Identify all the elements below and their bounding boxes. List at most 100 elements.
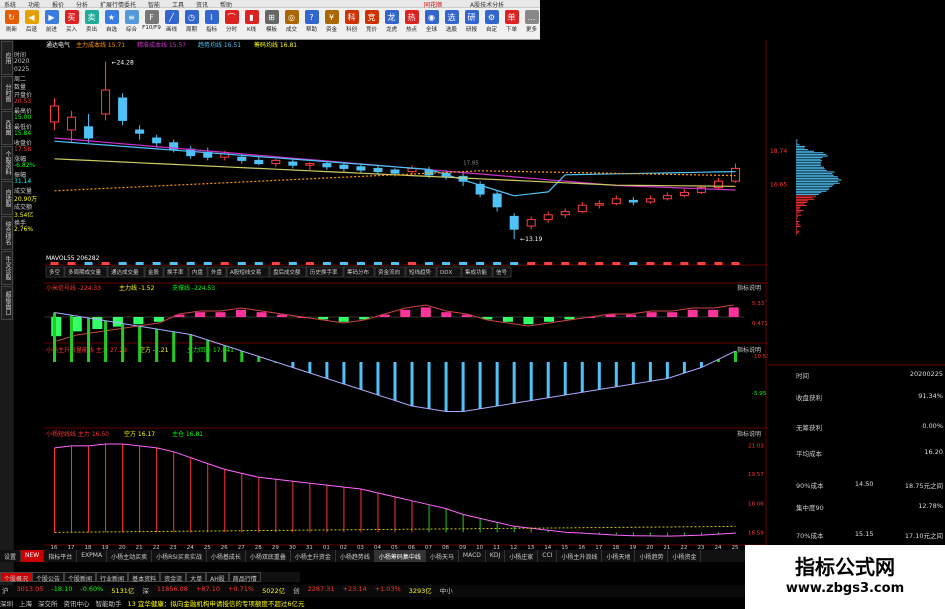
menu-item[interactable]: 系统 — [4, 0, 16, 9]
toolbar-button[interactable]: 科科创 — [342, 10, 361, 38]
left-tab[interactable]: 超级盘口 — [1, 286, 13, 320]
indicator-select-tab[interactable]: 小杨双底重叠 — [246, 550, 291, 562]
indicator-select-tab[interactable]: KDJ — [486, 550, 505, 562]
menu-item[interactable]: 功能 — [28, 0, 40, 9]
news-item[interactable]: 深圳 — [0, 598, 13, 609]
panel-legend: 主力回升 17.041 — [187, 346, 234, 354]
toolbar-button[interactable]: ⚙ 自定 — [482, 10, 501, 38]
indicator-select-tab[interactable]: 小杨主升浪线 — [557, 550, 602, 562]
toolbar-button[interactable]: ◎ 成交 — [282, 10, 301, 38]
toolbar-button[interactable]: ¥ 资金 — [322, 10, 341, 38]
left-tab[interactable]: 应用 — [1, 41, 13, 75]
menu-item[interactable]: 分析 — [76, 0, 88, 9]
info-subtab[interactable]: 个股新闻 — [64, 572, 96, 582]
volume-bar — [527, 262, 535, 265]
toolbar-button[interactable]: ⌇ 指标 — [202, 10, 221, 38]
indicator-select-tab[interactable]: 小杨基成长 — [207, 550, 246, 562]
toolbar-icon: ◉ — [425, 10, 439, 24]
toolbar-button[interactable]: ◉ 全球 — [422, 10, 441, 38]
news-item[interactable]: 13 宜华健康：拟向金融机构申请授信的专项额度不超过6亿元 — [128, 598, 305, 609]
menu-item[interactable]: 报价 — [52, 0, 64, 9]
info-subtab[interactable]: 行业新闻 — [96, 572, 128, 582]
indicator-select-tab[interactable]: 小杨主升资金 — [291, 550, 336, 562]
menu-item[interactable]: 智能 — [148, 0, 160, 9]
toolbar-button[interactable]: ≡ 综合 — [122, 10, 141, 38]
left-tab[interactable]: 个股资料 — [1, 146, 13, 180]
toolbar-icon: ↻ — [5, 10, 19, 24]
watermark-url: www.zbgs3.com — [745, 581, 945, 596]
toolbar-button[interactable]: 卖卖出 — [82, 10, 101, 38]
indicator-select-tab[interactable]: 小杨趋势 — [635, 550, 668, 562]
indicator-info-button[interactable]: 指标说明 — [737, 346, 761, 354]
left-tab[interactable]: K线图 — [1, 111, 13, 145]
news-item[interactable]: 资讯中心 — [64, 598, 90, 609]
toolbar-button[interactable]: 竞竞价 — [362, 10, 381, 38]
chip-stat-row: 90%成本 14.50 18.75元之间 — [796, 480, 943, 494]
momentum-bar — [734, 351, 737, 362]
toolbar-button[interactable]: ⌒ 分时 — [222, 10, 241, 38]
menu-item[interactable]: 帮助 — [220, 0, 232, 9]
indicator-select-tab[interactable]: 小杨筹码集中线 — [375, 550, 426, 562]
candle-body — [612, 199, 620, 204]
indicator-select-tab[interactable]: NEW — [21, 550, 44, 562]
toolbar-button[interactable]: ◀ 后退 — [22, 10, 41, 38]
indicator-info-button[interactable]: 指标说明 — [737, 430, 761, 438]
toolbar-button[interactable]: ★ 自选 — [102, 10, 121, 38]
info-subtab[interactable]: 个股公告 — [32, 572, 64, 582]
info-subtab[interactable]: 基本资料 — [128, 572, 160, 582]
left-tab[interactable]: 牛叉诊股 — [1, 251, 13, 285]
menu-item[interactable]: 扩展行情 — [100, 0, 124, 9]
toolbar-button[interactable]: 单下单 — [502, 10, 521, 38]
momentum-bar — [683, 362, 686, 373]
chip-stat-value: 20200225 — [910, 370, 943, 384]
toolbar-button[interactable]: 买买入 — [62, 10, 81, 38]
indicator-info-button[interactable]: 指标说明 — [737, 284, 761, 292]
toolbar-button[interactable]: 选选股 — [442, 10, 461, 38]
news-item[interactable]: 智能助手 — [96, 598, 122, 609]
indicator-select-tab[interactable]: EXPMA — [77, 550, 107, 562]
indicator-select-tab[interactable]: MACD — [459, 550, 486, 562]
toolbar-button[interactable]: 龙龙虎 — [382, 10, 401, 38]
indicator-select-tab[interactable]: 小杨天马 — [426, 550, 459, 562]
left-tab[interactable]: 分时图 — [1, 76, 13, 110]
momentum-bar — [598, 362, 601, 390]
kline-chart-svg[interactable]: 通达电气 主力成本线 15.71 精准成本线 15.57 趋势均线 16.51 筹码均线… — [44, 40, 768, 550]
left-tab[interactable]: 自选股 — [1, 181, 13, 215]
info-subtab[interactable]: 个股概况 — [0, 572, 32, 582]
toolbar-button[interactable]: F F10/F9 — [142, 10, 161, 38]
toolbar-button[interactable]: ▶ 前进 — [42, 10, 61, 38]
momentum-bar — [342, 362, 345, 384]
news-item[interactable]: 深交所 — [38, 598, 58, 609]
indicator-select-tab[interactable]: 小杨资金 — [668, 550, 701, 562]
info-subtab[interactable]: 大单 — [186, 572, 206, 582]
indicator-select-tab[interactable]: 小杨天地 — [602, 550, 635, 562]
toolbar-button[interactable]: ↻ 刷新 — [2, 10, 21, 38]
news-item[interactable]: 上海 — [19, 598, 32, 609]
toolbar-button[interactable]: ╱ 画线 — [162, 10, 181, 38]
indicator-select-tab[interactable]: 设置 — [0, 550, 21, 562]
menu-item[interactable]: 工具 — [172, 0, 184, 9]
indicator-select-tab[interactable]: 小杨RSI买卖实战 — [152, 550, 207, 562]
toolbar-button[interactable]: ? 帮助 — [302, 10, 321, 38]
info-subtab[interactable]: 商品行情 — [229, 572, 261, 582]
indicator-select-tab[interactable]: 小杨庄家 — [505, 550, 538, 562]
indicator-select-tab[interactable]: 指标平台 — [44, 550, 77, 562]
toolbar-button[interactable]: ⊞ 模板 — [262, 10, 281, 38]
chart-area[interactable]: 通达电气 主力成本线 15.71 精准成本线 15.57 趋势均线 16.51 筹码均线… — [44, 40, 768, 550]
indicator-select-tab[interactable]: 小杨主动买卖 — [107, 550, 152, 562]
ticker-value: 2287.31 — [308, 585, 335, 597]
menu-item[interactable]: 委托 — [124, 0, 136, 9]
toolbar-icon: ⚙ — [485, 10, 499, 24]
toolbar-button[interactable]: ◷ 周期 — [182, 10, 201, 38]
indicator-select-tab[interactable]: 小杨趋势线 — [336, 550, 375, 562]
indicator-bar — [708, 310, 718, 317]
info-subtab[interactable]: AH股 — [206, 572, 229, 582]
toolbar-button[interactable]: 研研报 — [462, 10, 481, 38]
menu-item[interactable]: 资讯 — [196, 0, 208, 9]
toolbar-button[interactable]: ▮ K线 — [242, 10, 261, 38]
toolbar-button[interactable]: 热热点 — [402, 10, 421, 38]
info-subtab[interactable]: 资金流 — [160, 572, 186, 582]
indicator-select-tab[interactable]: CCI — [538, 550, 557, 562]
toolbar-button[interactable]: … 更多 — [522, 10, 541, 38]
left-tab[interactable]: 综合排名 — [1, 216, 13, 250]
